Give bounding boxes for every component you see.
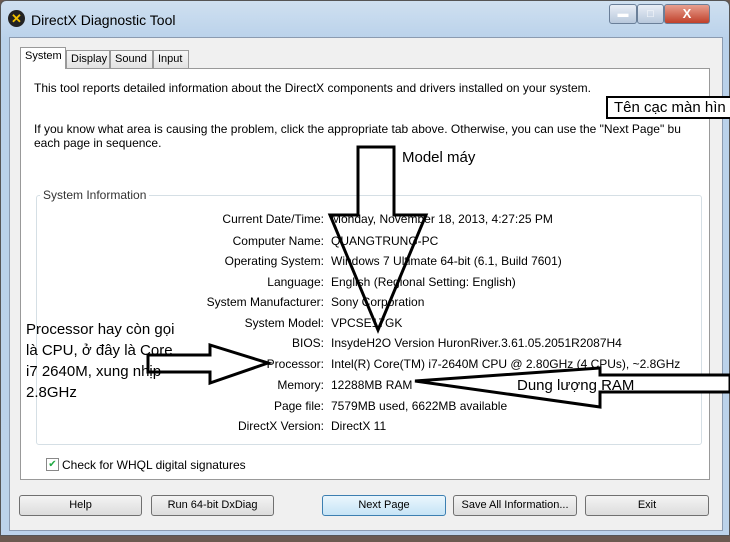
ram-annotation: Dung lượng RAM (517, 377, 635, 394)
model-arrow (327, 145, 429, 334)
model-annotation: Model máy (402, 149, 476, 166)
processor-annotation-2: là CPU, ở đây là Core (26, 342, 173, 359)
annotation-arrows (146, 145, 730, 409)
processor-annotation-4: 2.8GHz (26, 384, 77, 401)
display-names-annotation: Tên cạc màn hìn (606, 96, 730, 119)
processor-annotation-1: Processor hay còn gọi (26, 321, 175, 338)
processor-annotation-3: i7 2640M, xung nhịp (26, 363, 162, 380)
